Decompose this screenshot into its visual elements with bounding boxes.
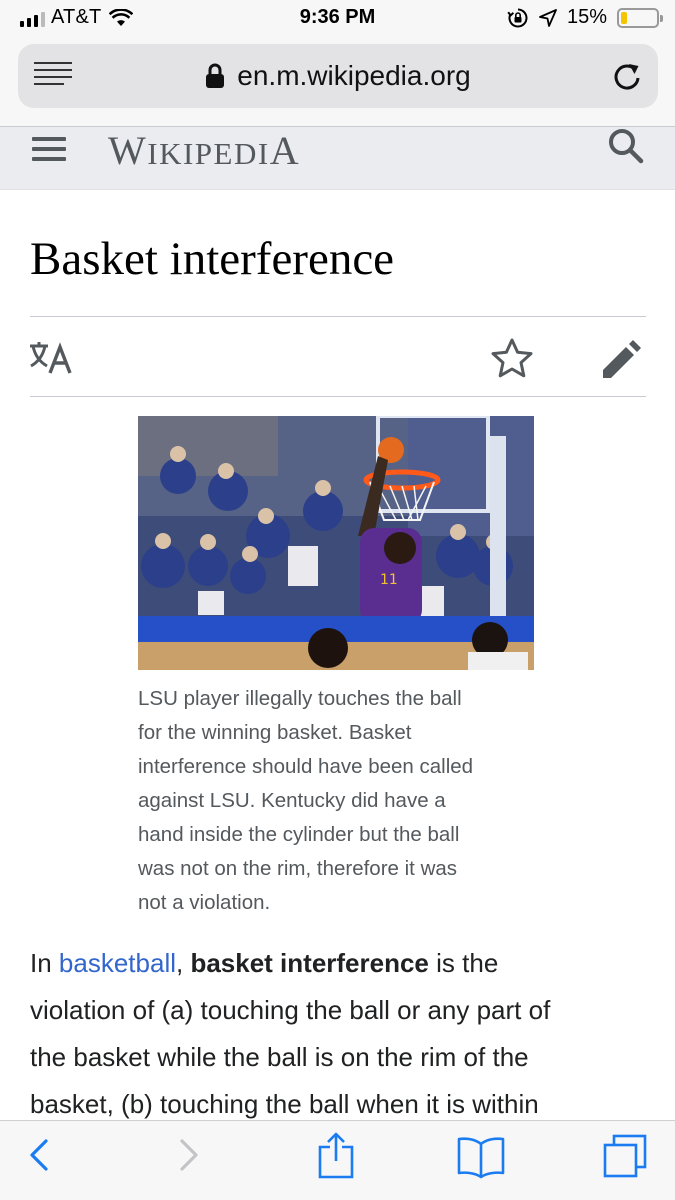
title-divider bbox=[30, 316, 646, 317]
body-line-3: the basket while the ball is on the rim … bbox=[30, 1042, 529, 1072]
body-bold-term: basket interference bbox=[190, 948, 429, 978]
wordmark-middle: IKIPEDI bbox=[147, 136, 270, 171]
body-line-1: In basketball, basket interference is th… bbox=[30, 940, 650, 987]
battery-fill bbox=[621, 11, 627, 24]
reload-icon[interactable] bbox=[612, 60, 642, 92]
search-icon[interactable] bbox=[607, 127, 645, 165]
battery-percent: 15% bbox=[566, 6, 607, 28]
caption-line: for the winning basket. Basket bbox=[138, 721, 412, 744]
svg-text:11: 11 bbox=[380, 572, 398, 588]
status-right: 15% bbox=[507, 6, 663, 29]
actions-divider bbox=[30, 396, 646, 397]
body-line-2: violation of (a) touching the ball or an… bbox=[30, 995, 551, 1025]
battery-icon bbox=[617, 7, 663, 28]
watch-star-icon[interactable] bbox=[490, 337, 534, 379]
wikipedia-wordmark[interactable]: WIKIPEDIA bbox=[108, 127, 300, 174]
address-bar[interactable]: en.m.wikipedia.org bbox=[18, 44, 658, 108]
wordmark-initial: W bbox=[108, 128, 148, 173]
caption-line: interference should have been called bbox=[138, 755, 474, 778]
back-icon[interactable] bbox=[26, 1135, 52, 1175]
article-image[interactable]: 11 bbox=[138, 416, 534, 670]
wordmark-final: A bbox=[269, 128, 301, 173]
status-bar: AT&T 9:36 PM 15% bbox=[0, 0, 675, 38]
forward-icon[interactable] bbox=[176, 1135, 202, 1175]
url-wrap: en.m.wikipedia.org bbox=[18, 60, 658, 92]
page-title: Basket interference bbox=[30, 233, 395, 285]
tabs-icon[interactable] bbox=[602, 1133, 648, 1179]
body-text-prefix: In bbox=[30, 948, 59, 978]
lock-icon bbox=[206, 63, 225, 88]
caption-line: not a violation. bbox=[138, 891, 271, 914]
bookmarks-icon[interactable] bbox=[456, 1135, 506, 1179]
body-comma: , bbox=[176, 948, 191, 978]
location-icon bbox=[539, 8, 557, 27]
language-icon[interactable] bbox=[28, 339, 76, 375]
url-text: en.m.wikipedia.org bbox=[237, 60, 471, 91]
basketball-link[interactable]: basketball bbox=[59, 948, 176, 978]
body-text-suffix: is the bbox=[428, 948, 499, 978]
caption-line: against LSU. Kentucky did have a bbox=[138, 789, 446, 812]
edit-pencil-icon[interactable] bbox=[600, 337, 644, 381]
image-caption: LSU player illegally touches the ball fo… bbox=[138, 682, 538, 920]
basketball-photo: 11 bbox=[138, 416, 534, 670]
article-body: In basketball, basket interference is th… bbox=[30, 940, 650, 1128]
caption-line: hand inside the cylinder but the ball bbox=[138, 823, 460, 846]
caption-line: LSU player illegally touches the ball bbox=[138, 687, 462, 710]
caption-line: was not on the rim, therefore it was bbox=[138, 857, 458, 880]
browser-address-area: en.m.wikipedia.org bbox=[0, 38, 675, 126]
menu-icon[interactable] bbox=[32, 137, 68, 165]
orientation-lock-icon bbox=[507, 8, 528, 27]
browser-toolbar bbox=[0, 1120, 675, 1200]
share-icon[interactable] bbox=[316, 1131, 356, 1181]
wiki-header: WIKIPEDIA bbox=[0, 126, 675, 190]
